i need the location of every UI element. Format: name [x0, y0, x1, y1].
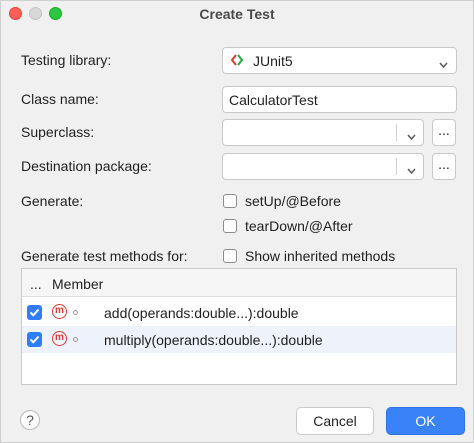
chevron-down-icon	[439, 56, 448, 69]
class-name-label: Class name:	[21, 91, 99, 107]
visibility-icon	[73, 337, 78, 342]
superclass-divider	[396, 124, 397, 141]
setup-checkbox[interactable]	[223, 194, 237, 208]
methods-for-label: Generate test methods for:	[21, 248, 188, 264]
setup-checkbox-label: setUp/@Before	[245, 193, 341, 209]
testing-library-select[interactable]: JUnit5	[222, 47, 457, 74]
destination-package-browse-button[interactable]: ...	[432, 153, 456, 180]
dialog-title: Create Test	[199, 6, 275, 22]
method-icon: m	[52, 304, 67, 319]
member-name: add(operands:double...):double	[104, 305, 299, 321]
testing-library-value: JUnit5	[253, 53, 293, 69]
table-row[interactable]: m add(operands:double...):double	[22, 299, 456, 326]
show-inherited-checkbox[interactable]	[223, 249, 237, 263]
column-header-member[interactable]: Member	[52, 276, 103, 292]
column-header-select[interactable]: ...	[30, 276, 42, 292]
chevron-down-icon[interactable]	[407, 128, 416, 141]
destination-package-label: Destination package:	[21, 158, 152, 174]
junit-icon	[230, 53, 244, 67]
checkmark-icon	[29, 308, 40, 317]
table-header: ... Member	[22, 269, 456, 297]
checkmark-icon	[29, 335, 40, 344]
destination-package-divider	[396, 158, 397, 175]
teardown-checkbox-label: tearDown/@After	[245, 218, 353, 234]
ok-button[interactable]: OK	[386, 407, 465, 435]
destination-package-combo[interactable]	[222, 153, 424, 180]
method-icon: m	[52, 331, 67, 346]
create-test-dialog: Create Test Testing library: JUnit5 Clas…	[0, 0, 474, 443]
class-name-field[interactable]: CalculatorTest	[222, 86, 457, 113]
help-button[interactable]: ?	[20, 410, 40, 430]
superclass-browse-button[interactable]: ...	[432, 119, 456, 146]
title-bar: Create Test	[1, 1, 473, 29]
generate-label: Generate:	[21, 193, 84, 209]
table-row[interactable]: m multiply(operands:double...):double	[22, 326, 456, 353]
show-inherited-label: Show inherited methods	[245, 248, 396, 264]
row-checkbox[interactable]	[27, 332, 42, 347]
teardown-checkbox[interactable]	[223, 219, 237, 233]
row-checkbox[interactable]	[27, 305, 42, 320]
testing-library-label: Testing library:	[21, 52, 112, 68]
superclass-label: Superclass:	[21, 124, 95, 140]
chevron-down-icon[interactable]	[407, 162, 416, 175]
superclass-combo[interactable]	[222, 119, 424, 146]
cancel-button[interactable]: Cancel	[296, 407, 374, 435]
member-name: multiply(operands:double...):double	[104, 332, 323, 348]
members-table: ... Member m add(operands:double...):dou…	[21, 268, 457, 385]
visibility-icon	[73, 310, 78, 315]
